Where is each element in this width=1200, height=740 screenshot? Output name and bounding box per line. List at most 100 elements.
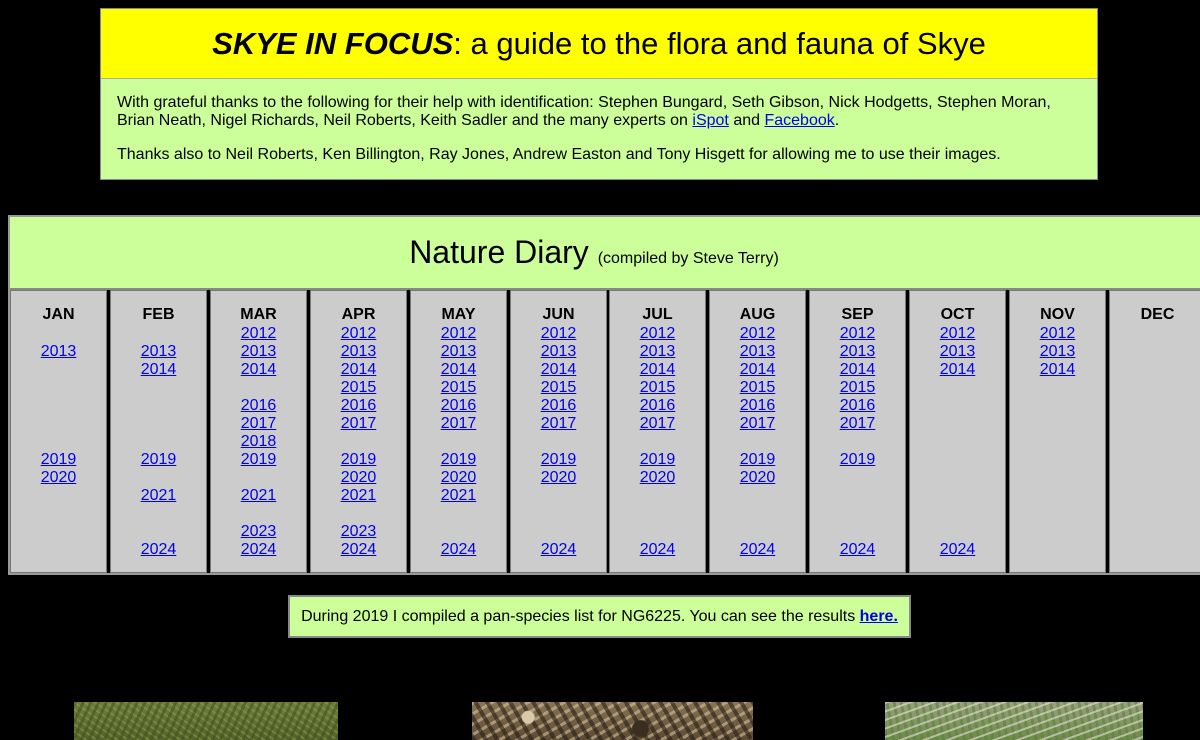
diary-link-sep-2017[interactable]: 2017 (840, 415, 876, 432)
photo-thumbnail-seaweed[interactable] (472, 702, 753, 740)
diary-link-may-2014[interactable]: 2014 (441, 361, 477, 378)
diary-link-jun-2016[interactable]: 2016 (541, 397, 577, 414)
diary-link-apr-2019[interactable]: 2019 (341, 451, 377, 468)
diary-link-oct-2013[interactable]: 2013 (940, 343, 976, 360)
diary-link-aug-2024[interactable]: 2024 (740, 541, 776, 558)
diary-link-mar-2017[interactable]: 2017 (241, 415, 277, 432)
diary-link-oct-2014[interactable]: 2014 (940, 361, 976, 378)
diary-link-apr-2021[interactable]: 2021 (341, 487, 377, 504)
diary-link-jun-2017[interactable]: 2017 (541, 415, 577, 432)
diary-link-jun-2012[interactable]: 2012 (541, 325, 577, 342)
diary-link-may-2021[interactable]: 2021 (441, 487, 477, 504)
diary-year-entry: 2024 (111, 541, 206, 559)
diary-link-sep-2015[interactable]: 2015 (840, 379, 876, 396)
diary-link-nov-2013[interactable]: 2013 (1040, 343, 1076, 360)
diary-link-apr-2013[interactable]: 2013 (341, 343, 377, 360)
diary-link-aug-2019[interactable]: 2019 (740, 451, 776, 468)
diary-link-aug-2012[interactable]: 2012 (740, 325, 776, 342)
facebook-link[interactable]: Facebook (764, 112, 834, 129)
diary-link-mar-2019[interactable]: 2019 (241, 451, 277, 468)
diary-link-jul-2019[interactable]: 2019 (640, 451, 676, 468)
diary-link-apr-2015[interactable]: 2015 (341, 379, 377, 396)
ispot-link[interactable]: iSpot (692, 112, 728, 129)
diary-link-mar-2014[interactable]: 2014 (241, 361, 277, 378)
diary-link-sep-2019[interactable]: 2019 (840, 451, 876, 468)
diary-link-sep-2014[interactable]: 2014 (840, 361, 876, 378)
diary-link-sep-2016[interactable]: 2016 (840, 397, 876, 414)
diary-link-apr-2012[interactable]: 2012 (341, 325, 377, 342)
diary-link-apr-2024[interactable]: 2024 (341, 541, 377, 558)
diary-link-jun-2020[interactable]: 2020 (541, 469, 577, 486)
diary-link-oct-2012[interactable]: 2012 (940, 325, 976, 342)
diary-link-mar-2018[interactable]: 2018 (241, 433, 277, 450)
diary-link-aug-2014[interactable]: 2014 (740, 361, 776, 378)
diary-year-entry: 2020 (11, 469, 106, 487)
month-column-may: MAY 2012 2013 2014 2015 2016 2017 2019 2020 2021 2… (410, 290, 507, 573)
diary-year-entry: 2017 (610, 415, 705, 433)
diary-link-feb-2019[interactable]: 2019 (141, 451, 177, 468)
diary-link-apr-2014[interactable]: 2014 (341, 361, 377, 378)
diary-link-feb-2013[interactable]: 2013 (141, 343, 177, 360)
diary-link-may-2016[interactable]: 2016 (441, 397, 477, 414)
diary-link-aug-2015[interactable]: 2015 (740, 379, 776, 396)
diary-link-may-2020[interactable]: 2020 (441, 469, 477, 486)
diary-link-jun-2014[interactable]: 2014 (541, 361, 577, 378)
diary-year-entry: 2014 (1010, 361, 1105, 379)
diary-link-may-2017[interactable]: 2017 (441, 415, 477, 432)
diary-link-sep-2024[interactable]: 2024 (840, 541, 876, 558)
diary-link-mar-2016[interactable]: 2016 (241, 397, 277, 414)
photo-thumbnail-grass[interactable] (885, 702, 1143, 740)
diary-link-feb-2021[interactable]: 2021 (141, 487, 177, 504)
diary-link-mar-2013[interactable]: 2013 (241, 343, 277, 360)
diary-year-entry: 2014 (111, 361, 206, 379)
diary-link-aug-2017[interactable]: 2017 (740, 415, 776, 432)
diary-link-jul-2024[interactable]: 2024 (640, 541, 676, 558)
diary-year-entry: 2021 (111, 487, 206, 505)
diary-link-jul-2015[interactable]: 2015 (640, 379, 676, 396)
diary-link-jun-2024[interactable]: 2024 (541, 541, 577, 558)
diary-link-may-2019[interactable]: 2019 (441, 451, 477, 468)
diary-link-jan-2013[interactable]: 2013 (41, 343, 77, 360)
pan-species-note-text: During 2019 I compiled a pan-species lis… (301, 608, 860, 625)
diary-link-may-2013[interactable]: 2013 (441, 343, 477, 360)
diary-link-may-2015[interactable]: 2015 (441, 379, 477, 396)
diary-link-jul-2013[interactable]: 2013 (640, 343, 676, 360)
pan-species-results-link[interactable]: here. (860, 608, 898, 625)
diary-link-sep-2013[interactable]: 2013 (840, 343, 876, 360)
diary-link-jun-2015[interactable]: 2015 (541, 379, 577, 396)
diary-link-feb-2014[interactable]: 2014 (141, 361, 177, 378)
diary-link-oct-2024[interactable]: 2024 (940, 541, 976, 558)
diary-link-may-2012[interactable]: 2012 (441, 325, 477, 342)
diary-link-mar-2012[interactable]: 2012 (241, 325, 277, 342)
diary-year-entry: 2014 (710, 361, 805, 379)
diary-link-mar-2021[interactable]: 2021 (241, 487, 277, 504)
diary-link-feb-2024[interactable]: 2024 (141, 541, 177, 558)
diary-link-apr-2017[interactable]: 2017 (341, 415, 377, 432)
diary-year-entry: 2014 (411, 361, 506, 379)
diary-link-apr-2023[interactable]: 2023 (341, 523, 377, 540)
diary-link-nov-2014[interactable]: 2014 (1040, 361, 1076, 378)
diary-link-apr-2020[interactable]: 2020 (341, 469, 377, 486)
diary-link-jul-2016[interactable]: 2016 (640, 397, 676, 414)
diary-link-jul-2014[interactable]: 2014 (640, 361, 676, 378)
diary-link-nov-2012[interactable]: 2012 (1040, 325, 1076, 342)
diary-link-jun-2013[interactable]: 2013 (541, 343, 577, 360)
diary-link-jan-2019[interactable]: 2019 (41, 451, 77, 468)
diary-link-may-2024[interactable]: 2024 (441, 541, 477, 558)
diary-link-sep-2012[interactable]: 2012 (840, 325, 876, 342)
diary-year-entry: 2024 (610, 541, 705, 559)
diary-link-jul-2017[interactable]: 2017 (640, 415, 676, 432)
diary-link-mar-2023[interactable]: 2023 (241, 523, 277, 540)
diary-year-entry: 2013 (610, 343, 705, 361)
diary-link-aug-2020[interactable]: 2020 (740, 469, 776, 486)
diary-link-jun-2019[interactable]: 2019 (541, 451, 577, 468)
diary-link-jan-2020[interactable]: 2020 (41, 469, 77, 486)
photo-thumbnail-vegetation[interactable] (74, 702, 338, 740)
diary-link-aug-2013[interactable]: 2013 (740, 343, 776, 360)
diary-link-aug-2016[interactable]: 2016 (740, 397, 776, 414)
diary-link-apr-2016[interactable]: 2016 (341, 397, 377, 414)
diary-year-entry: 2016 (710, 397, 805, 415)
diary-link-mar-2024[interactable]: 2024 (241, 541, 277, 558)
diary-link-jul-2012[interactable]: 2012 (640, 325, 676, 342)
diary-link-jul-2020[interactable]: 2020 (640, 469, 676, 486)
